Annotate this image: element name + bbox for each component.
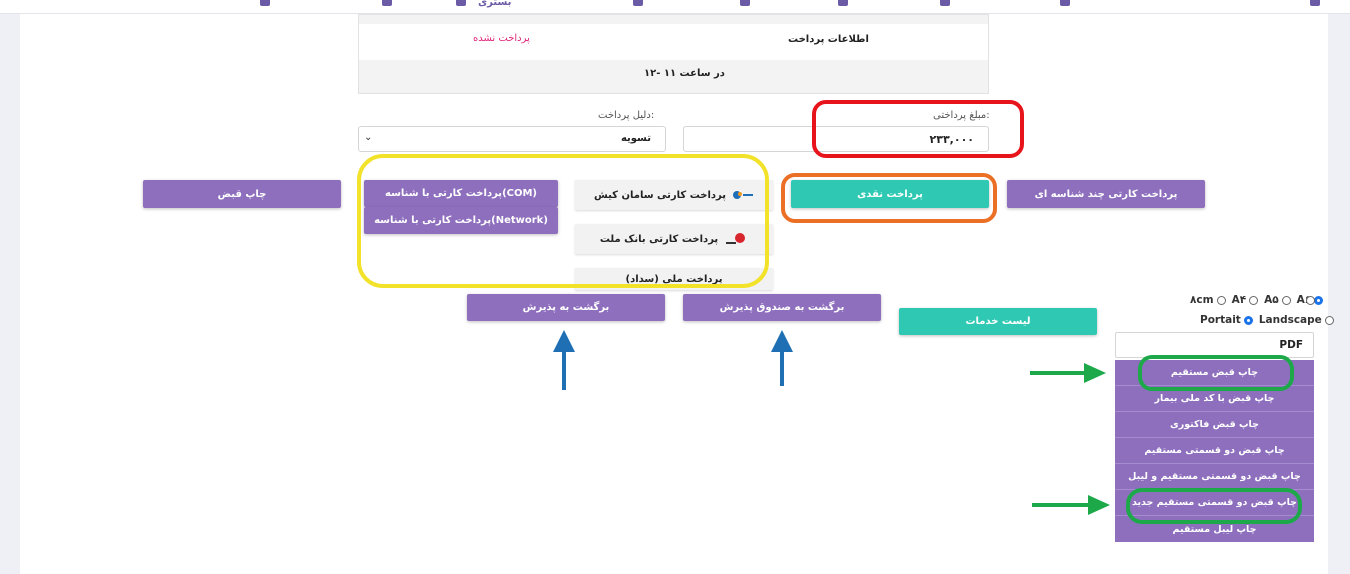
arrow-right-icon <box>1030 363 1106 383</box>
arrow-right-icon <box>1032 495 1110 515</box>
arrow-up-icon <box>553 330 575 390</box>
arrow-up-icon <box>771 330 793 386</box>
annotation-arrows <box>553 330 1110 515</box>
